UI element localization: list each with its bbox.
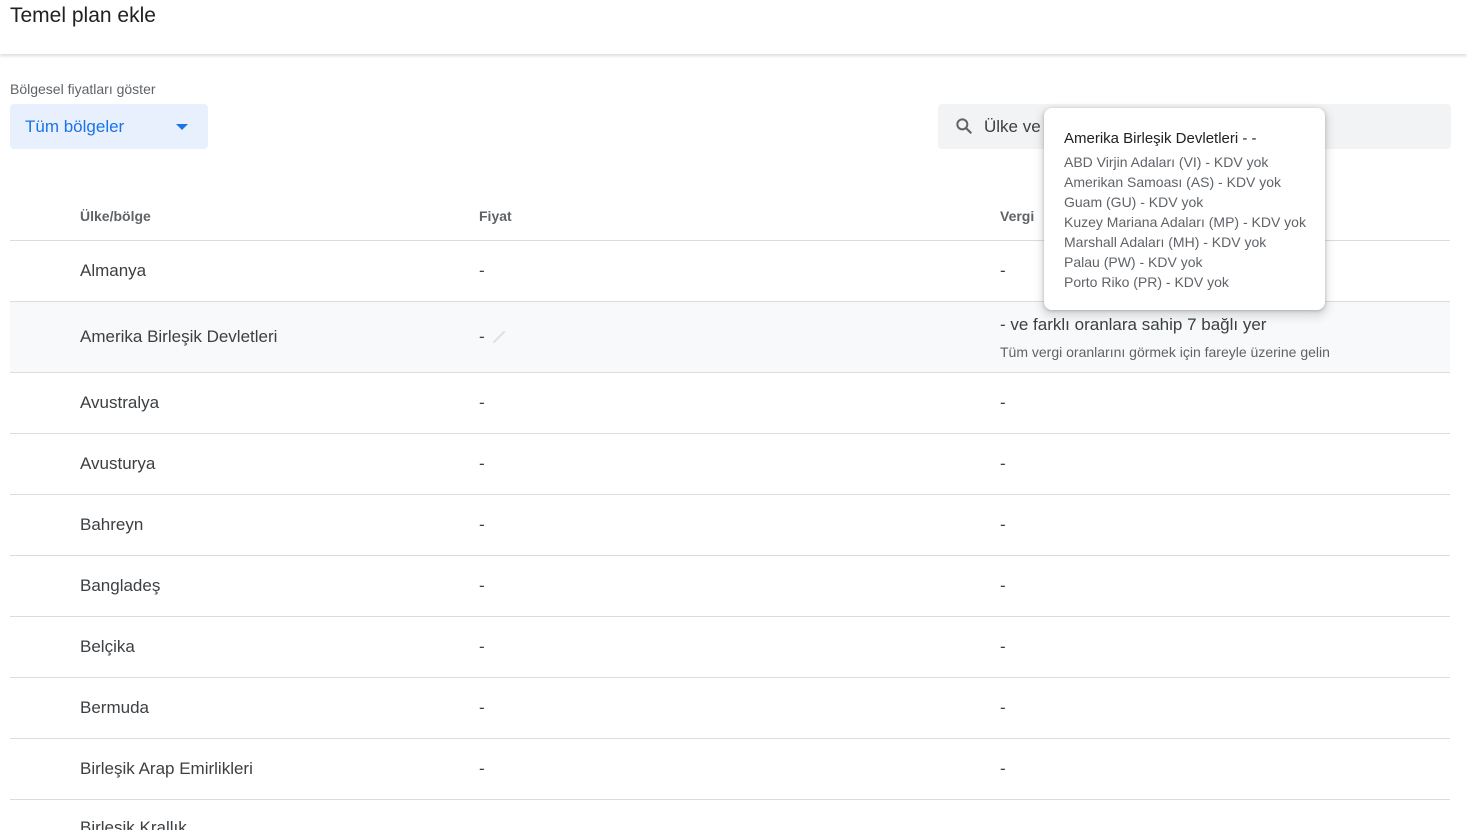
country-cell: Bahreyn [80, 515, 144, 534]
tax-cell[interactable]: - ve farklı oranlara sahip 7 bağlı yer [1000, 315, 1266, 335]
tax-cell: - [1000, 393, 1006, 412]
table-row[interactable]: Avusturya - - [10, 434, 1450, 495]
country-cell: Amerika Birleşik Devletleri [80, 327, 278, 346]
region-filter-label: Bölgesel fiyatları göster [10, 81, 156, 97]
country-cell: Belçika [80, 637, 135, 656]
price-cell: - [479, 393, 485, 412]
tax-cell: - [1000, 698, 1006, 717]
table-row[interactable]: Avustralya - - [10, 373, 1450, 434]
column-header-price: Fiyat [479, 208, 512, 224]
country-cell: Almanya [80, 261, 147, 280]
country-cell: Birleşik Arap Emirlikleri [80, 759, 253, 778]
tax-hover-hint: Tüm vergi oranlarını görmek için fareyle… [1000, 344, 1330, 360]
table-row[interactable]: Birleşik Arap Emirlikleri - - [10, 739, 1450, 800]
tax-cell: - [1000, 759, 1006, 778]
tooltip-item: Kuzey Mariana Adaları (MP) - KDV yok [1064, 214, 1306, 230]
tooltip-item: Marshall Adaları (MH) - KDV yok [1064, 234, 1267, 250]
price-cell: - [479, 515, 485, 534]
tooltip-title: Amerika Birleşik Devletleri - - [1064, 130, 1257, 147]
country-cell: Avusturya [80, 454, 156, 473]
tax-cell: - [1000, 637, 1006, 656]
region-select-value: Tüm bölgeler [25, 116, 125, 136]
price-cell: - [479, 698, 485, 717]
price-cell: - [479, 576, 485, 595]
tax-rates-tooltip: Amerika Birleşik Devletleri - - ABD Virj… [1044, 108, 1325, 310]
tax-cell: - [1000, 261, 1006, 280]
table-row-hovered[interactable]: Amerika Birleşik Devletleri - - ve farkl… [10, 302, 1450, 373]
page-title: Temel plan ekle [10, 4, 156, 27]
search-icon [956, 118, 972, 134]
price-cell: - [479, 759, 485, 778]
tax-cell: - [1000, 515, 1006, 534]
tooltip-item: Guam (GU) - KDV yok [1064, 194, 1204, 210]
tax-cell: - [1000, 454, 1006, 473]
country-cell: Birleşik Krallık [80, 818, 187, 830]
tooltip-item: Amerikan Samoası (AS) - KDV yok [1064, 174, 1282, 190]
table-row[interactable]: Birleşik Krallık [10, 800, 1450, 830]
page-header: Temel plan ekle [0, 0, 1467, 54]
price-cell: - [479, 454, 485, 473]
tooltip-item: Palau (PW) - KDV yok [1064, 254, 1203, 270]
column-header-country[interactable]: Ülke/bölge [80, 208, 151, 224]
table-row[interactable]: Bangladeş - - [10, 556, 1450, 617]
pencil-icon[interactable] [492, 330, 506, 344]
table-row[interactable]: Bahreyn - - [10, 495, 1450, 556]
caret-down-icon [176, 124, 188, 130]
table-row[interactable]: Belçika - - [10, 617, 1450, 678]
tooltip-item: Porto Riko (PR) - KDV yok [1064, 274, 1229, 290]
column-header-tax: Vergi [1000, 208, 1035, 224]
table-row[interactable]: Bermuda - - [10, 678, 1450, 739]
price-cell: - [479, 637, 485, 656]
country-cell: Bermuda [80, 698, 149, 717]
region-select[interactable]: Tüm bölgeler [10, 104, 208, 149]
country-cell: Bangladeş [80, 576, 161, 595]
price-cell: - [479, 261, 485, 280]
tooltip-item: ABD Virjin Adaları (VI) - KDV yok [1064, 154, 1269, 170]
price-cell: - [479, 327, 485, 346]
country-cell: Avustralya [80, 393, 160, 412]
tax-cell: - [1000, 576, 1006, 595]
